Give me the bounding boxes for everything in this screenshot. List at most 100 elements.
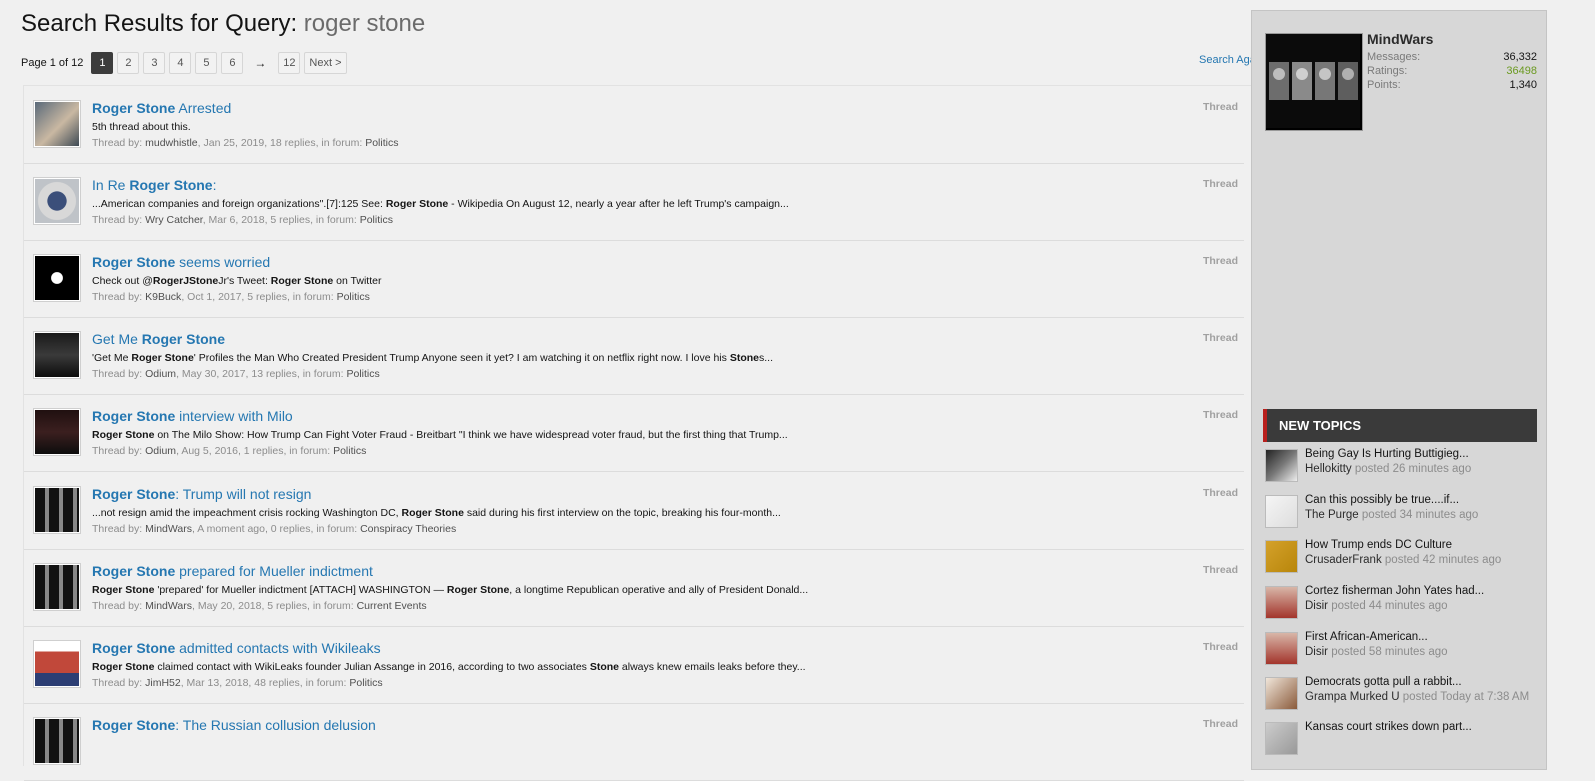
result-avatar[interactable] [33, 717, 81, 765]
result-meta: Thread by: K9Buck, Oct 1, 2017, 5 replie… [92, 291, 370, 303]
snippet-segment: , a longtime Republican operative and al… [509, 584, 809, 596]
result-meta: Thread by: Odium, Aug 5, 2016, 1 replies… [92, 445, 366, 457]
meta-by-label: Thread by: [92, 523, 143, 535]
page-link-5[interactable]: 5 [195, 52, 218, 74]
user-avatar[interactable] [1265, 33, 1363, 131]
title-segment: : [212, 177, 217, 193]
meta-author-link[interactable]: Wry Catcher [145, 214, 203, 226]
topic-avatar[interactable] [1265, 677, 1298, 710]
topic-time: posted Today at 7:38 AM [1399, 691, 1530, 703]
snippet-segment: claimed contact with WikiLeaks founder J… [154, 661, 590, 673]
meta-forum-link[interactable]: Politics [337, 291, 370, 303]
topic-author-link[interactable]: CrusaderFrank [1305, 554, 1382, 566]
snippet-segment: ...not resign amid the impeachment crisi… [92, 507, 402, 519]
result-title-link[interactable]: Get Me Roger Stone [92, 331, 225, 347]
result-title-link[interactable]: Roger Stone Arrested [92, 100, 231, 116]
search-result-row: Roger Stone interview with Milo Roger Sto… [24, 394, 1244, 472]
topic-author-link[interactable]: Grampa Murked U [1305, 691, 1400, 703]
meta-info: , A moment ago, 0 replies, in forum: [192, 523, 358, 535]
snippet-segment: on The Milo Show: How Trump Can Fight Vo… [154, 429, 788, 441]
page-jump-arrow-icon[interactable]: → [254, 56, 266, 70]
meta-author-link[interactable]: mudwhistle [145, 137, 198, 149]
search-query: roger stone [303, 10, 426, 37]
topic-time: posted 42 minutes ago [1381, 554, 1502, 566]
result-avatar[interactable] [33, 100, 81, 148]
result-avatar[interactable] [33, 331, 81, 379]
result-avatar[interactable] [33, 408, 81, 456]
meta-forum-link[interactable]: Current Events [357, 600, 427, 612]
topic-title-link[interactable]: Can this possibly be true....if... [1305, 494, 1459, 506]
meta-by-label: Thread by: [92, 291, 143, 303]
page-link-2[interactable]: 2 [117, 52, 140, 74]
topic-author-link[interactable]: Disir [1305, 646, 1328, 658]
topic-title-link[interactable]: Cortez fisherman John Yates had... [1305, 585, 1484, 597]
meta-forum-link[interactable]: Politics [360, 214, 393, 226]
topic-title-link[interactable]: First African-American... [1305, 631, 1428, 643]
page-link-6[interactable]: 6 [221, 52, 244, 74]
meta-author-link[interactable]: Odium [145, 368, 176, 380]
title-segment: Roger Stone [92, 486, 176, 502]
title-segment: admitted contacts with Wikileaks [175, 640, 381, 656]
next-page-button[interactable]: Next > [304, 52, 347, 74]
topic-avatar[interactable] [1265, 540, 1298, 573]
topic-title-link[interactable]: Being Gay Is Hurting Buttigieg... [1305, 448, 1469, 460]
meta-author-link[interactable]: MindWars [145, 600, 192, 612]
topic-author-link[interactable]: Hellokitty [1305, 463, 1352, 475]
meta-forum-link[interactable]: Politics [349, 677, 382, 689]
topic-title-link[interactable]: Democrats gotta pull a rabbit... [1305, 676, 1462, 688]
topic-meta: The Purge posted 34 minutes ago [1305, 509, 1478, 521]
avatar-image [35, 256, 79, 300]
result-title-link[interactable]: Roger Stone prepared for Mueller indictm… [92, 563, 373, 579]
meta-forum-link[interactable]: Politics [333, 445, 366, 457]
stat-ratings: Ratings: 36498 [1367, 65, 1537, 77]
meta-info: , Jan 25, 2019, 18 replies, in forum: [197, 137, 363, 149]
result-avatar[interactable] [33, 563, 81, 611]
search-result-row: Roger Stone seems worried Check out @Roge… [24, 240, 1244, 318]
new-topic-item: Kansas court strikes down part... [1265, 721, 1545, 761]
topic-avatar[interactable] [1265, 722, 1298, 755]
result-type-label: Thread [1202, 641, 1238, 653]
topic-title-link[interactable]: How Trump ends DC Culture [1305, 539, 1452, 551]
meta-forum-link[interactable]: Politics [365, 137, 398, 149]
title-segment: Roger Stone [141, 331, 226, 347]
topic-avatar[interactable] [1265, 632, 1298, 665]
result-snippet: Roger Stone claimed contact with WikiLea… [92, 661, 806, 673]
result-avatar[interactable] [33, 486, 81, 534]
page-link-4[interactable]: 4 [169, 52, 192, 74]
result-avatar[interactable] [33, 177, 81, 225]
result-meta: Thread by: mudwhistle, Jan 25, 2019, 18 … [92, 137, 398, 149]
result-title-link[interactable]: Roger Stone interview with Milo [92, 408, 293, 424]
meta-author-link[interactable]: K9Buck [145, 291, 181, 303]
meta-author-link[interactable]: JimH52 [145, 677, 181, 689]
result-title-link[interactable]: Roger Stone: The Russian collusion delus… [92, 717, 376, 733]
sidebar: MindWars Messages: 36,332 Ratings: 36498… [1251, 10, 1547, 770]
result-title-link[interactable]: Roger Stone admitted contacts with Wikil… [92, 640, 381, 656]
page-link-1[interactable]: 1 [91, 52, 114, 74]
sidebar-username[interactable]: MindWars [1367, 31, 1433, 47]
topic-author-link[interactable]: The Purge [1305, 509, 1359, 521]
topic-avatar[interactable] [1265, 449, 1298, 482]
search-result-row: Roger Stone admitted contacts with Wikil… [24, 626, 1244, 704]
result-title-link[interactable]: In Re Roger Stone: [92, 177, 216, 193]
topic-meta: Grampa Murked U posted Today at 7:38 AM [1305, 691, 1529, 703]
new-topic-item: How Trump ends DC Culture CrusaderFrank p… [1265, 539, 1545, 579]
result-avatar[interactable] [33, 640, 81, 688]
result-title-link[interactable]: Roger Stone: Trump will not resign [92, 486, 311, 502]
result-type-label: Thread [1202, 255, 1238, 267]
meta-author-link[interactable]: MindWars [145, 523, 192, 535]
topic-title-link[interactable]: Kansas court strikes down part... [1305, 721, 1472, 733]
topic-author-link[interactable]: Disir [1305, 600, 1328, 612]
page-link-3[interactable]: 3 [143, 52, 166, 74]
topic-meta: Hellokitty posted 26 minutes ago [1305, 463, 1471, 475]
result-title-link[interactable]: Roger Stone seems worried [92, 254, 270, 270]
topic-avatar[interactable] [1265, 586, 1298, 619]
stat-value: 1,340 [1509, 79, 1537, 91]
snippet-segment: Roger Stone [131, 352, 194, 364]
meta-forum-link[interactable]: Politics [347, 368, 380, 380]
meta-author-link[interactable]: Odium [145, 445, 176, 457]
result-avatar[interactable] [33, 254, 81, 302]
topic-avatar[interactable] [1265, 495, 1298, 528]
search-result-row: Roger Stone prepared for Mueller indictm… [24, 549, 1244, 627]
meta-forum-link[interactable]: Conspiracy Theories [360, 523, 456, 535]
page-link-last[interactable]: 12 [278, 52, 301, 74]
